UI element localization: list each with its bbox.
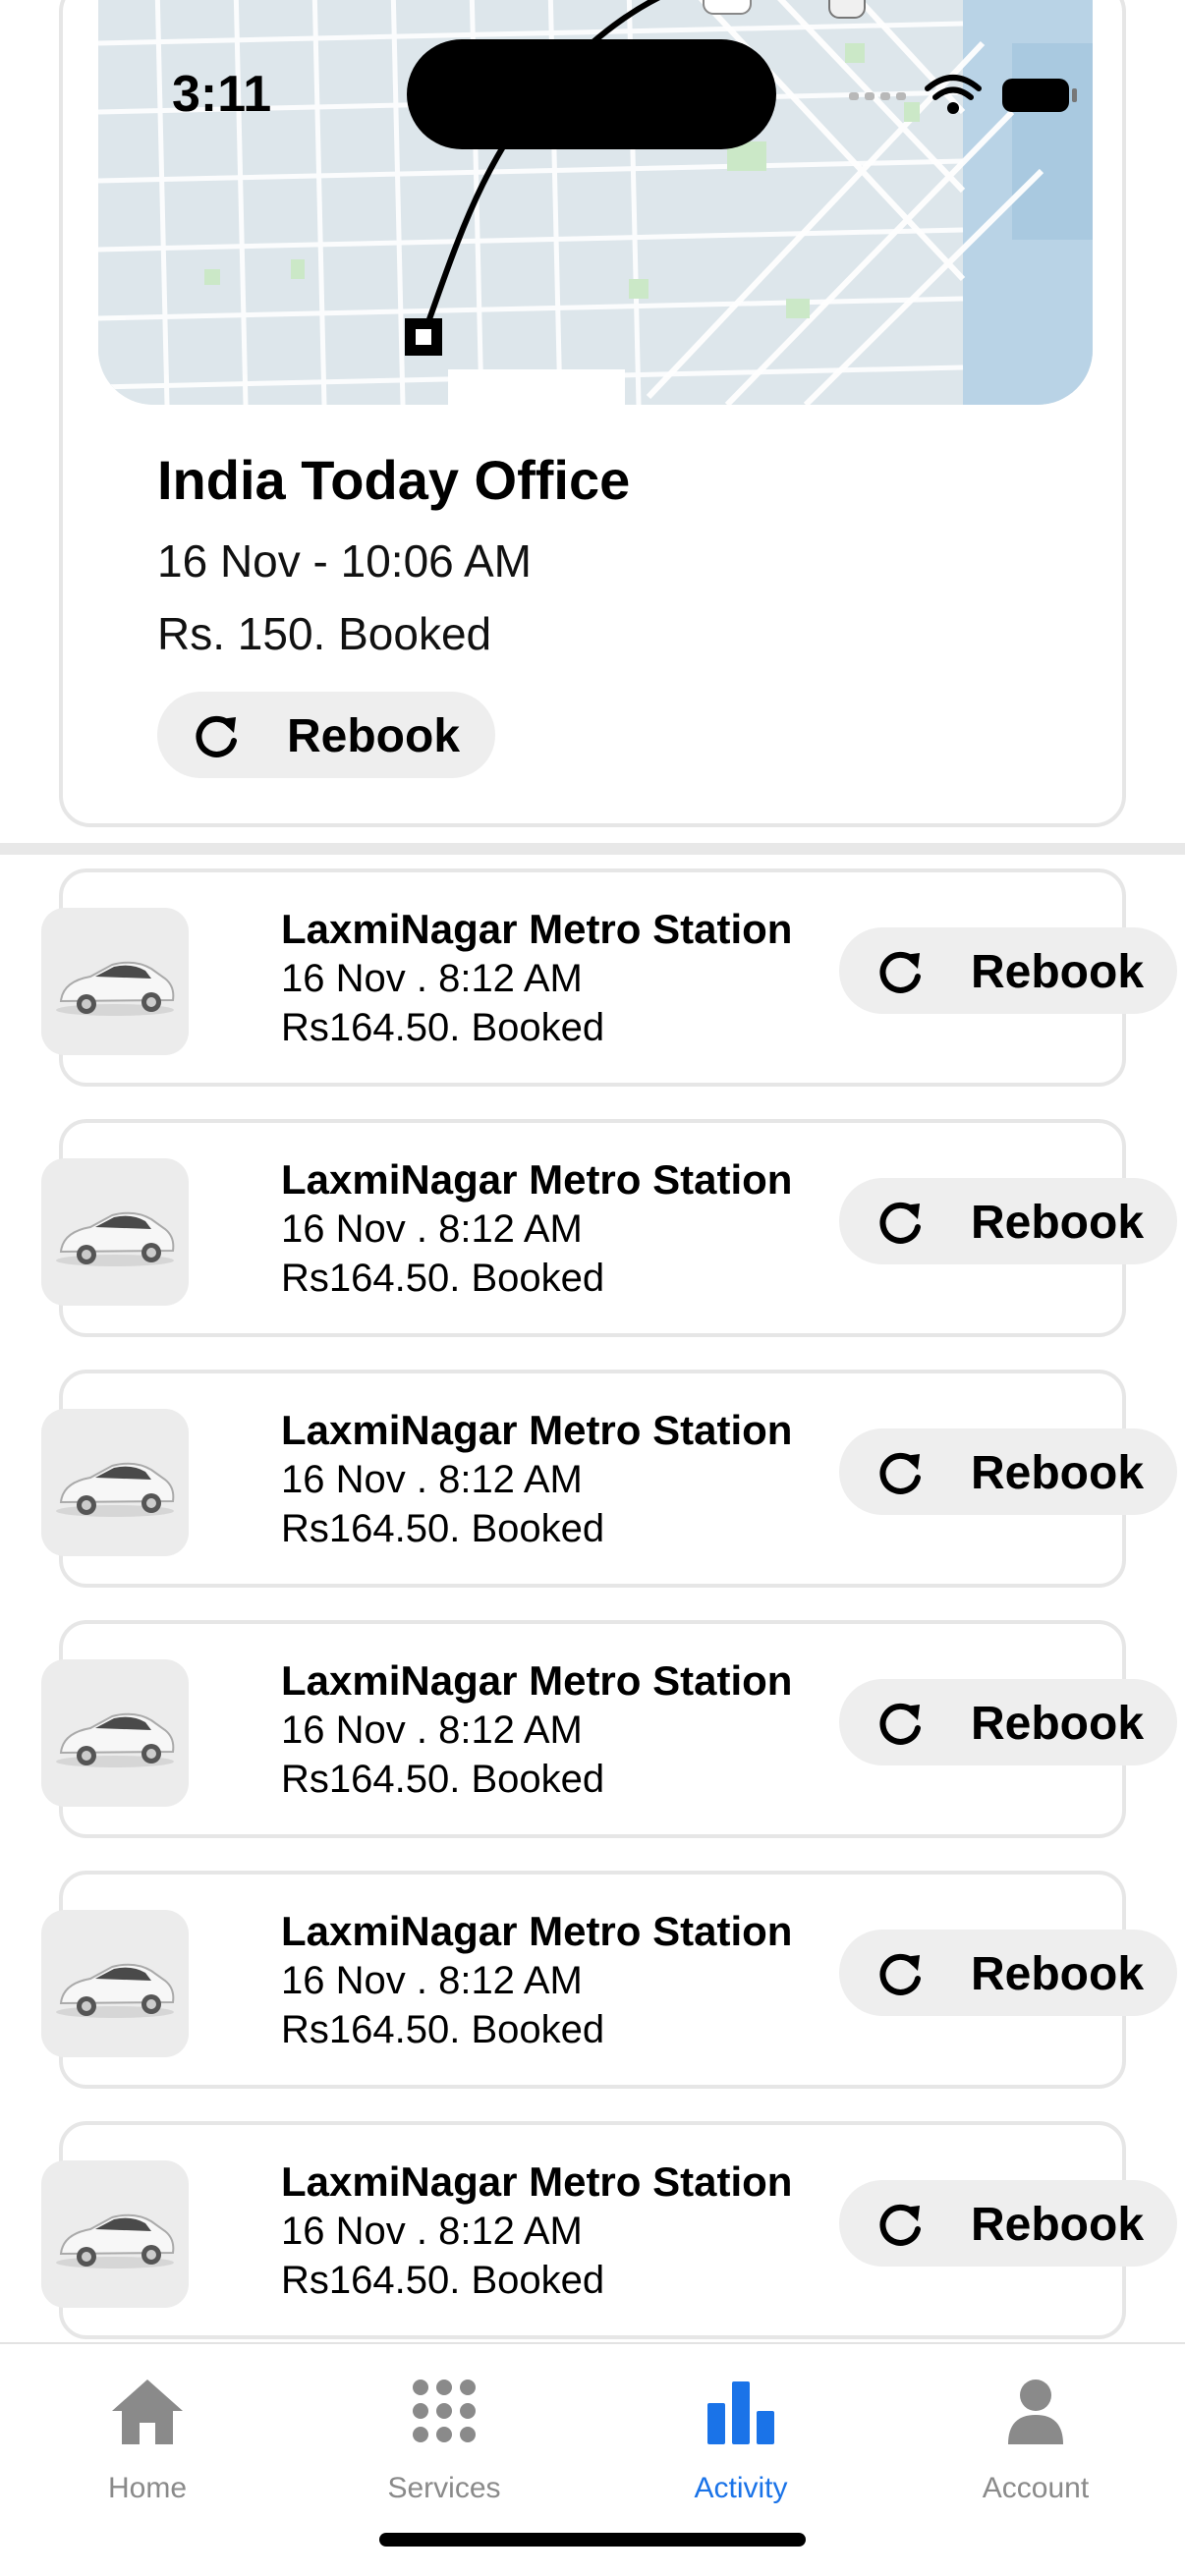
car-icon (56, 1963, 175, 2018)
tab-account[interactable]: Account (937, 2368, 1134, 2515)
car-icon (56, 1462, 175, 1517)
signal-dots-icon (849, 92, 906, 100)
featured-price-status: Rs. 150. Booked (157, 608, 492, 659)
tab-home[interactable]: Home (49, 2368, 246, 2515)
rebook-button[interactable]: Rebook (839, 927, 1177, 1014)
wifi-icon (925, 75, 982, 114)
rebook-label: Rebook (971, 1698, 1145, 1750)
ride-destination: LaxmiNagar Metro Station (281, 1657, 793, 1704)
car-thumbnail (41, 1409, 189, 1556)
car-icon (56, 1712, 175, 1767)
ride-destination: LaxmiNagar Metro Station (281, 906, 793, 952)
featured-date: 16 Nov - 10:06 AM (157, 535, 532, 587)
ride-price-status: Rs164.50. Booked (281, 1507, 605, 1550)
tab-label: Home (107, 2472, 188, 2504)
ride-destination: LaxmiNagar Metro Station (281, 1156, 793, 1203)
rebook-button[interactable]: Rebook (839, 1428, 1177, 1515)
ride-destination: LaxmiNagar Metro Station (281, 1407, 793, 1453)
ride-price-status: Rs164.50. Booked (281, 1758, 605, 1801)
ride-destination: LaxmiNagar Metro Station (281, 1908, 793, 1954)
car-thumbnail (41, 1158, 189, 1306)
ride-date: 16 Nov . 8:12 AM (281, 1708, 583, 1752)
refresh-icon (879, 1452, 921, 1494)
home-indicator (379, 2533, 806, 2547)
ride-price-status: Rs164.50. Booked (281, 1006, 605, 1049)
ride-date: 16 Nov . 8:12 AM (281, 1458, 583, 1501)
status-icons (849, 75, 1077, 114)
car-thumbnail (41, 2160, 189, 2308)
car-icon (56, 961, 175, 1016)
refresh-icon (196, 715, 237, 757)
rebook-label: Rebook (287, 710, 461, 762)
car-thumbnail (41, 1659, 189, 1807)
rebook-button[interactable]: Rebook (839, 2180, 1177, 2267)
battery-icon (1002, 79, 1077, 112)
featured-destination-title: India Today Office (157, 449, 631, 511)
ride-card[interactable]: LaxmiNagar Metro Station 16 Nov . 8:12 A… (41, 868, 1177, 1087)
rebook-label: Rebook (971, 1447, 1145, 1499)
ride-card[interactable]: LaxmiNagar Metro Station 16 Nov . 8:12 A… (41, 2121, 1177, 2339)
ride-card[interactable]: LaxmiNagar Metro Station 16 Nov . 8:12 A… (41, 1871, 1177, 2089)
car-thumbnail (41, 908, 189, 1055)
rebook-label: Rebook (971, 946, 1145, 998)
grid-icon (413, 2380, 476, 2442)
ride-price-status: Rs164.50. Booked (281, 2259, 605, 2302)
refresh-icon (879, 1202, 921, 1244)
tab-label: Account (982, 2472, 1090, 2504)
ride-date: 16 Nov . 8:12 AM (281, 1959, 583, 2002)
car-icon (56, 2213, 175, 2268)
ride-date: 16 Nov . 8:12 AM (281, 957, 583, 1000)
car-thumbnail (41, 1910, 189, 2057)
person-icon (1008, 2380, 1063, 2444)
refresh-icon (879, 1703, 921, 1745)
tab-activity[interactable]: Activity (643, 2368, 839, 2515)
rebook-button[interactable]: Rebook (839, 1679, 1177, 1765)
tab-services[interactable]: Services (346, 2368, 542, 2515)
ride-card[interactable]: LaxmiNagar Metro Station 16 Nov . 8:12 A… (41, 1370, 1177, 1588)
tab-label: Activity (694, 2472, 788, 2504)
refresh-icon (879, 2204, 921, 2246)
featured-rebook-button[interactable]: Rebook (157, 692, 495, 778)
ride-destination: LaxmiNagar Metro Station (281, 2158, 793, 2205)
refresh-icon (879, 1953, 921, 1995)
section-divider (0, 843, 1185, 855)
dynamic-island (407, 39, 776, 149)
refresh-icon (879, 951, 921, 993)
rebook-label: Rebook (971, 1948, 1145, 2000)
car-icon (56, 1211, 175, 1266)
tab-label: Services (387, 2472, 501, 2504)
ride-date: 16 Nov . 8:12 AM (281, 2210, 583, 2253)
home-icon (112, 2380, 183, 2444)
ride-date: 16 Nov . 8:12 AM (281, 1207, 583, 1251)
status-bar-time: 3:11 (172, 66, 272, 123)
rebook-label: Rebook (971, 1197, 1145, 1249)
bar-chart-icon (707, 2381, 774, 2444)
ride-card[interactable]: LaxmiNagar Metro Station 16 Nov . 8:12 A… (41, 1119, 1177, 1337)
ride-card[interactable]: LaxmiNagar Metro Station 16 Nov . 8:12 A… (41, 1620, 1177, 1838)
ride-price-status: Rs164.50. Booked (281, 1257, 605, 1300)
rebook-button[interactable]: Rebook (839, 1930, 1177, 2016)
rebook-label: Rebook (971, 2199, 1145, 2251)
rebook-button[interactable]: Rebook (839, 1178, 1177, 1264)
ride-price-status: Rs164.50. Booked (281, 2008, 605, 2051)
